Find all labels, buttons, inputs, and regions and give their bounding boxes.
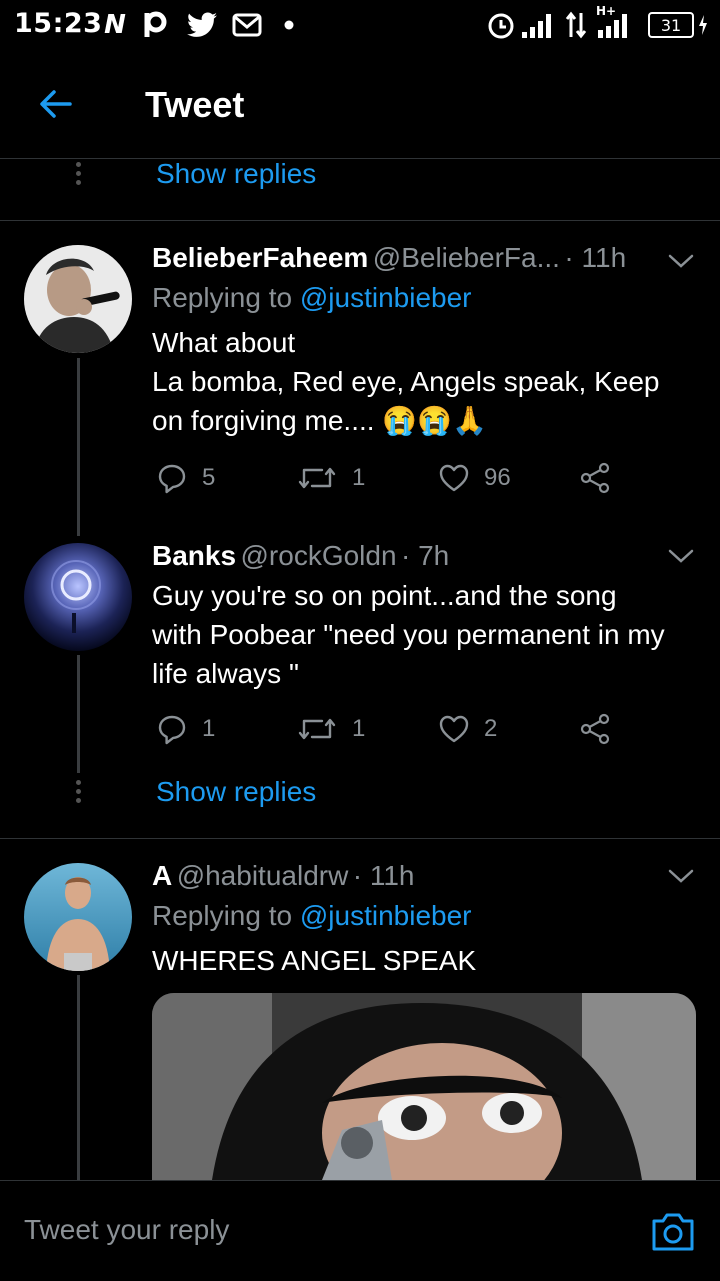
alarm-icon bbox=[484, 10, 518, 40]
display-name[interactable]: Banks bbox=[152, 540, 236, 571]
thread-line bbox=[77, 358, 80, 536]
chevron-down-icon[interactable] bbox=[666, 250, 696, 270]
retweet-action[interactable]: 1 bbox=[296, 713, 365, 745]
tweet-time: · 11h bbox=[352, 860, 415, 891]
data-transfer-icon bbox=[562, 10, 590, 40]
replying-to-line: Replying to @justinbieber bbox=[152, 900, 472, 932]
mention-link[interactable]: @justinbieber bbox=[300, 900, 472, 931]
tweet-text: Guy you're so on point...and the song wi… bbox=[152, 576, 708, 693]
gmail-icon bbox=[230, 10, 264, 40]
notification-dot-icon bbox=[282, 10, 296, 40]
tweet-text-line: life always " bbox=[152, 658, 299, 689]
divider bbox=[0, 838, 720, 839]
tweet-reply-input[interactable]: Tweet your reply bbox=[24, 1214, 229, 1246]
heart-icon bbox=[439, 715, 469, 743]
chevron-down-icon[interactable] bbox=[666, 545, 696, 565]
like-action[interactable]: 96 bbox=[438, 462, 511, 494]
share-icon[interactable] bbox=[578, 713, 612, 750]
replying-to-prefix: Replying to bbox=[152, 900, 300, 931]
tweet-text: What about La bomba, Red eye, Angels spe… bbox=[152, 323, 702, 440]
reply-count: 1 bbox=[202, 715, 216, 742]
network-type-label: H+ bbox=[596, 4, 617, 18]
tweet-text-line: with Poobear "need you permanent in my bbox=[152, 619, 665, 650]
heart-icon bbox=[439, 464, 469, 492]
thread-dots-icon bbox=[74, 162, 82, 185]
show-replies-link[interactable]: Show replies bbox=[156, 158, 316, 190]
divider bbox=[0, 220, 720, 221]
app-header bbox=[0, 52, 720, 159]
user-handle[interactable]: @habitualdrw bbox=[177, 860, 349, 891]
thread-dots-icon bbox=[74, 780, 82, 803]
retweet-count: 1 bbox=[352, 464, 366, 491]
retweet-action[interactable]: 1 bbox=[296, 462, 365, 494]
reply-action[interactable]: 1 bbox=[156, 713, 215, 745]
tweet-time: · 7h bbox=[401, 540, 450, 571]
signal-icon-1 bbox=[518, 10, 558, 40]
tweet-header: BelieberFaheem @BelieberFa... · 11h bbox=[152, 242, 626, 274]
mention-link[interactable]: @justinbieber bbox=[300, 282, 472, 313]
like-count: 2 bbox=[484, 715, 498, 742]
avatar-banks[interactable] bbox=[24, 543, 132, 651]
tweet-header: Banks @rockGoldn · 7h bbox=[152, 540, 449, 572]
tweet-text: WHERES ANGEL SPEAK bbox=[152, 941, 702, 980]
replying-to-line: Replying to @justinbieber bbox=[152, 282, 472, 314]
battery-level: 31 bbox=[648, 12, 694, 38]
signal-icon-2: H+ bbox=[594, 4, 634, 40]
chevron-down-icon[interactable] bbox=[666, 865, 696, 885]
reply-icon bbox=[158, 715, 186, 745]
like-count: 96 bbox=[484, 464, 511, 491]
like-action[interactable]: 2 bbox=[438, 713, 497, 745]
tweet-time: · 11h bbox=[564, 242, 627, 273]
tweet-media-image[interactable] bbox=[152, 993, 696, 1180]
status-bar: 15:23 N H+ 31 bbox=[0, 0, 720, 52]
share-icon[interactable] bbox=[578, 462, 612, 499]
n-app-icon: N bbox=[104, 10, 126, 40]
twitter-notification-icon bbox=[184, 10, 220, 40]
tweet-header: A @habitualdrw · 11h bbox=[152, 860, 415, 892]
retweet-count: 1 bbox=[352, 715, 366, 742]
show-replies-link[interactable]: Show replies bbox=[156, 776, 316, 808]
battery-icon: 31 bbox=[646, 10, 710, 40]
reply-count: 5 bbox=[202, 464, 216, 491]
tweet-text-line: on forgiving me.... 😭😭🙏 bbox=[152, 405, 487, 436]
back-arrow-icon[interactable] bbox=[34, 82, 78, 126]
camera-icon[interactable] bbox=[650, 1209, 696, 1253]
p-app-icon bbox=[140, 10, 170, 40]
tweet-text-line: La bomba, Red eye, Angels speak, Keep bbox=[152, 366, 660, 397]
reply-icon bbox=[158, 464, 186, 494]
replying-to-prefix: Replying to bbox=[152, 282, 300, 313]
avatar-habitualdrw[interactable] bbox=[24, 863, 132, 971]
thread-line bbox=[77, 655, 80, 773]
user-handle[interactable]: @rockGoldn bbox=[241, 540, 397, 571]
thread-line bbox=[77, 975, 80, 1180]
avatar-belieberfaheem[interactable] bbox=[24, 245, 132, 353]
status-time: 15:23 bbox=[14, 8, 103, 39]
tweet-text-line: Guy you're so on point...and the song bbox=[152, 580, 617, 611]
display-name[interactable]: A bbox=[152, 860, 172, 891]
tweet-text-line: WHERES ANGEL SPEAK bbox=[152, 945, 477, 976]
retweet-icon bbox=[298, 467, 336, 489]
display-name[interactable]: BelieberFaheem bbox=[152, 242, 368, 273]
page-title: Tweet bbox=[145, 84, 245, 125]
retweet-icon bbox=[298, 718, 336, 740]
tweet-text-line: What about bbox=[152, 327, 296, 358]
reply-action[interactable]: 5 bbox=[156, 462, 215, 494]
user-handle[interactable]: @BelieberFa... bbox=[373, 242, 560, 273]
